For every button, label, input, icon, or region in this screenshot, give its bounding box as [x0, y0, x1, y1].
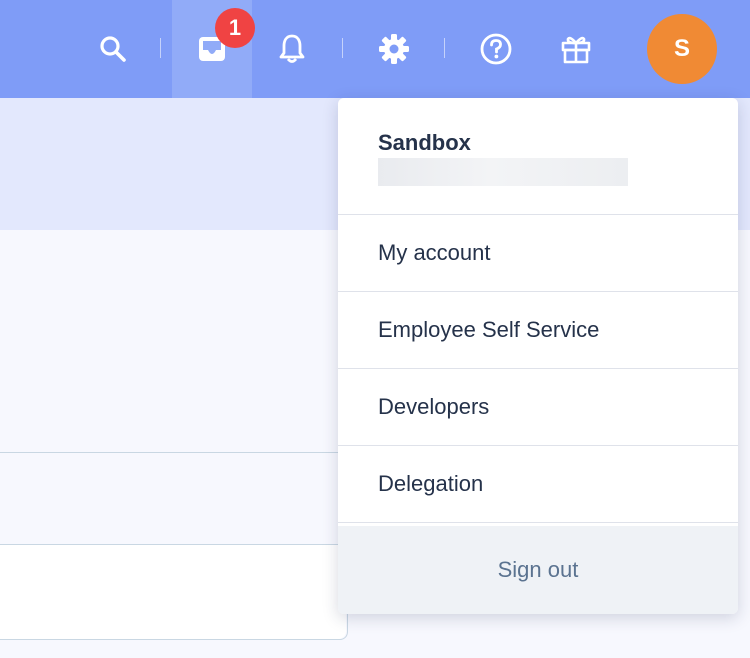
toolbar-separator — [160, 38, 161, 58]
organization-name: Sandbox — [378, 130, 471, 155]
account-dropdown-menu: Sandbox My account Employee Self Service… — [338, 98, 738, 614]
inbox-badge: 1 — [215, 8, 255, 48]
bell-icon[interactable] — [272, 0, 312, 98]
top-navigation-bar: 1 S — [0, 0, 750, 98]
menu-item-employee-self-service[interactable]: Employee Self Service — [338, 292, 738, 369]
gear-icon[interactable] — [374, 0, 414, 98]
redacted-email — [378, 158, 628, 186]
help-icon[interactable] — [476, 0, 516, 98]
sign-out-button[interactable]: Sign out — [338, 526, 738, 614]
account-menu-header: Sandbox — [338, 98, 738, 215]
gift-icon[interactable] — [556, 0, 596, 98]
toolbar-separator — [444, 38, 445, 58]
user-avatar[interactable]: S — [647, 14, 717, 84]
menu-item-developers[interactable]: Developers — [338, 369, 738, 446]
content-card-body — [0, 544, 346, 639]
toolbar-separator — [342, 38, 343, 58]
menu-item-delegation[interactable]: Delegation — [338, 446, 738, 523]
search-icon[interactable] — [92, 0, 134, 98]
menu-item-my-account[interactable]: My account — [338, 215, 738, 292]
